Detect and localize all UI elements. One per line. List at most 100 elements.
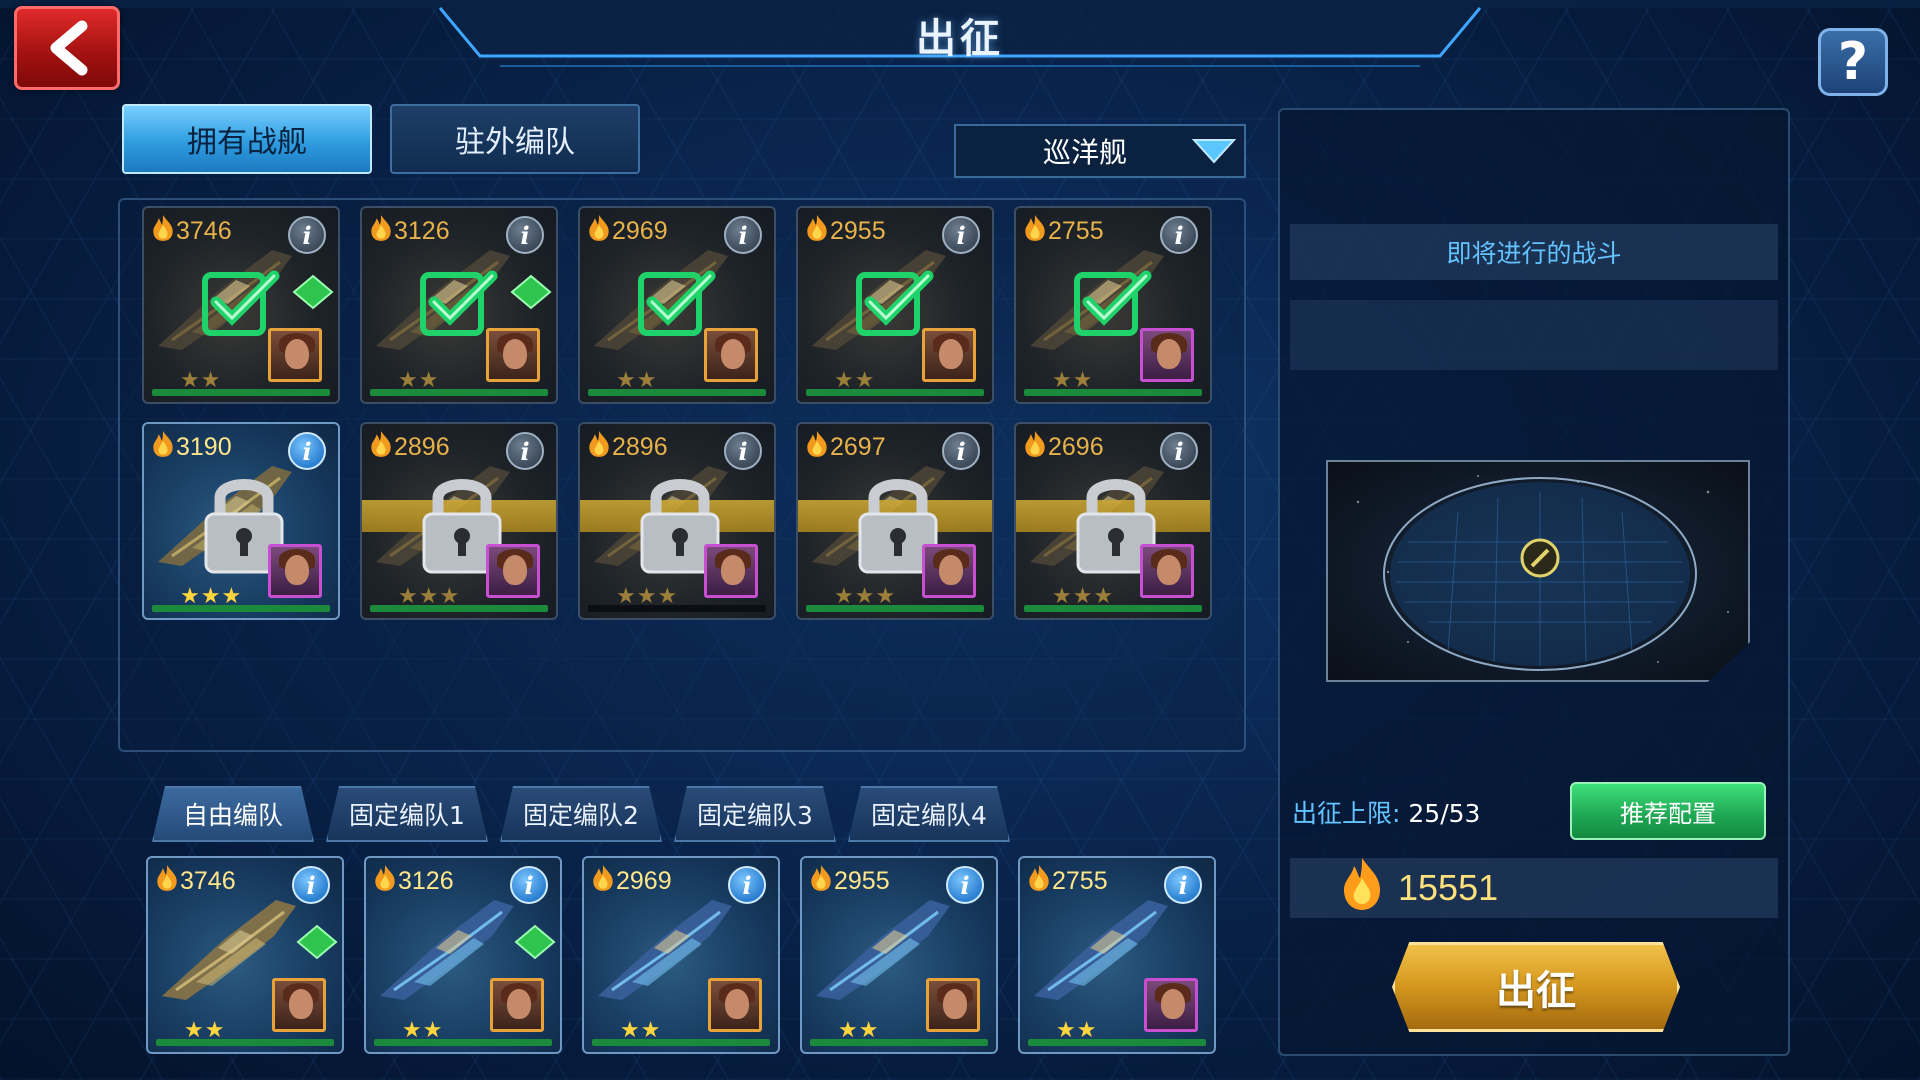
flame-icon — [806, 214, 828, 249]
ship-card[interactable]: 2896 i ★★★ — [360, 422, 558, 620]
info-icon[interactable]: i — [510, 866, 548, 904]
info-icon[interactable]: i — [292, 866, 330, 904]
tab-fixed-formation-1[interactable]: 固定编队1 — [326, 786, 488, 842]
ship-power-value: 2696 — [1048, 433, 1104, 461]
battle-slot — [1290, 300, 1778, 370]
hp-bar — [810, 1039, 988, 1046]
ship-card[interactable]: 2969 i ★★ — [578, 206, 776, 404]
info-icon[interactable]: i — [288, 432, 326, 470]
ship-card[interactable]: 3746 i ★★ — [142, 206, 340, 404]
tab-fixed-formation-3[interactable]: 固定编队3 — [674, 786, 836, 842]
hp-bar — [370, 389, 548, 396]
flame-icon — [370, 214, 392, 249]
info-icon[interactable]: i — [506, 216, 544, 254]
ship-power-value: 2755 — [1048, 217, 1104, 245]
flame-icon — [588, 430, 610, 465]
flame-icon — [588, 214, 610, 249]
hp-bar — [1024, 389, 1202, 396]
hp-bar — [152, 605, 330, 612]
upcoming-battle-label: 即将进行的战斗 — [1290, 224, 1778, 280]
flame-icon — [1024, 214, 1046, 249]
help-button[interactable]: ? — [1818, 28, 1888, 96]
captain-avatar — [268, 328, 322, 382]
dropdown-selected-value: 巡洋舰 — [1042, 136, 1127, 169]
ship-power-value: 3126 — [394, 217, 450, 245]
deploy-limit-value: 25/53 — [1408, 799, 1481, 828]
flame-icon — [810, 864, 832, 899]
formation-ship-card[interactable]: 2969 i ★★ — [582, 856, 780, 1054]
info-icon[interactable]: i — [724, 216, 762, 254]
ship-power: 2755 — [1028, 864, 1108, 899]
info-icon[interactable]: i — [946, 866, 984, 904]
ship-power-value: 2969 — [616, 867, 672, 895]
ship-card[interactable]: 2955 i ★★ — [796, 206, 994, 404]
tab-free-formation[interactable]: 自由编队 — [152, 786, 314, 842]
orbit-map-graphic — [1356, 475, 1729, 671]
chevron-left-icon — [50, 20, 88, 76]
ship-power: 3126 — [374, 864, 454, 899]
hp-bar — [374, 1039, 552, 1046]
ship-power-value: 3746 — [176, 217, 232, 245]
hp-bar — [1024, 605, 1202, 612]
ship-type-dropdown[interactable]: 巡洋舰 — [954, 124, 1246, 178]
ship-card[interactable]: 2696 i ★★★ — [1014, 422, 1212, 620]
formation-ship-card[interactable]: 2755 i ★★ — [1018, 856, 1216, 1054]
info-icon[interactable]: i — [728, 866, 766, 904]
tab-fixed-formation-4[interactable]: 固定编队4 — [848, 786, 1010, 842]
flame-icon — [152, 430, 174, 465]
formation-ship-card[interactable]: 3126 i ★★ — [364, 856, 562, 1054]
ship-power: 3190 — [152, 430, 232, 465]
ship-power: 3746 — [156, 864, 236, 899]
captain-avatar — [708, 978, 762, 1032]
info-icon[interactable]: i — [288, 216, 326, 254]
captain-avatar — [268, 544, 322, 598]
flame-icon — [152, 214, 174, 249]
formation-ship-card[interactable]: 3746 i ★★ — [146, 856, 344, 1054]
flame-icon — [374, 864, 396, 899]
ship-power: 2955 — [806, 214, 886, 249]
deploy-limit: 出征上限: 25/53 — [1292, 794, 1480, 830]
battle-map-preview[interactable] — [1326, 460, 1750, 682]
ship-power: 2955 — [810, 864, 890, 899]
ship-power: 2896 — [588, 430, 668, 465]
info-icon[interactable]: i — [506, 432, 544, 470]
ship-card[interactable]: 2697 i ★★★ — [796, 422, 994, 620]
flame-icon — [806, 430, 828, 465]
captain-avatar — [704, 328, 758, 382]
ship-power-value: 3126 — [398, 867, 454, 895]
total-power-bar: 15551 — [1290, 857, 1778, 918]
info-icon[interactable]: i — [942, 432, 980, 470]
info-icon[interactable]: i — [1160, 216, 1198, 254]
hp-bar — [806, 605, 984, 612]
ship-card[interactable]: 3126 i ★★ — [360, 206, 558, 404]
info-icon[interactable]: i — [942, 216, 980, 254]
gem-icon — [296, 924, 338, 964]
formation-ship-card[interactable]: 2955 i ★★ — [800, 856, 998, 1054]
chevron-down-icon — [1184, 138, 1244, 164]
captain-avatar — [1140, 328, 1194, 382]
ship-power: 2697 — [806, 430, 886, 465]
ship-card[interactable]: 2755 i ★★ — [1014, 206, 1212, 404]
info-icon[interactable]: i — [1164, 866, 1202, 904]
ship-power: 2969 — [588, 214, 668, 249]
captain-avatar — [1144, 978, 1198, 1032]
ship-power: 2696 — [1024, 430, 1104, 465]
captain-avatar — [490, 978, 544, 1032]
info-icon[interactable]: i — [1160, 432, 1198, 470]
captain-avatar — [926, 978, 980, 1032]
deploy-button[interactable]: 出征 — [1392, 942, 1680, 1032]
ship-card[interactable]: 2896 i ★★★ — [578, 422, 776, 620]
hp-bar — [588, 605, 766, 612]
ship-card[interactable]: 3190 i ★★★ — [142, 422, 340, 620]
recommend-config-button[interactable]: 推荐配置 — [1570, 782, 1766, 840]
hp-bar — [592, 1039, 770, 1046]
hp-bar — [806, 389, 984, 396]
back-button[interactable] — [14, 6, 120, 90]
tab-owned-ships[interactable]: 拥有战舰 — [122, 104, 372, 174]
info-icon[interactable]: i — [724, 432, 762, 470]
flame-icon — [1028, 864, 1050, 899]
total-power-value: 15551 — [1398, 867, 1499, 908]
tab-fixed-formation-2[interactable]: 固定编队2 — [500, 786, 662, 842]
question-mark-icon: ? — [1837, 32, 1869, 92]
tab-garrison-fleet[interactable]: 驻外编队 — [390, 104, 640, 174]
